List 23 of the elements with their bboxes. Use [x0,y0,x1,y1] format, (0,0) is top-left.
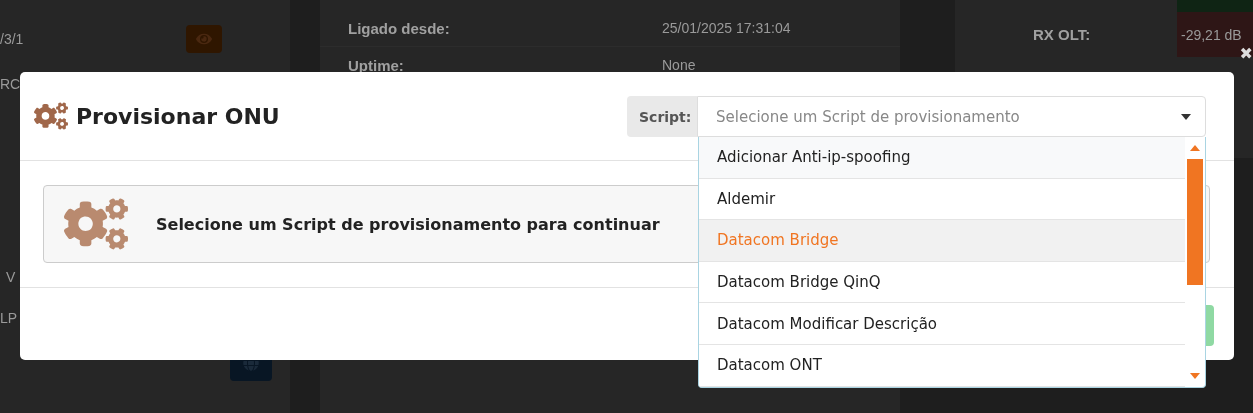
detail-label: Ligado desde: [348,19,451,37]
scrollbar-thumb[interactable] [1187,159,1203,285]
caret-icon [1181,113,1191,120]
close-icon[interactable]: ✖ [1239,44,1253,63]
modal-title: Provisionar ONU [76,103,280,129]
signal-value: -29,21 dB [1181,26,1242,43]
table-cell: V [6,269,16,285]
dropdown-option[interactable]: Adicionar Anti-ip-spoofing [699,137,1185,179]
notice-text: Selecione um Script de provisionamento para continuar [156,214,660,234]
table-cell: RC [0,76,21,92]
eye-icon [196,31,212,47]
scroll-down-icon[interactable] [1190,373,1200,379]
gears-icon [64,198,128,250]
table-cell: /3/1 [0,31,24,47]
detail-label: Uptime: [348,56,405,74]
gears-icon [34,102,68,130]
detail-value: 25/01/2025 17:31:04 [662,20,792,36]
scroll-up-icon[interactable] [1190,145,1200,151]
script-label: Script: [627,96,697,137]
script-select[interactable]: Selecione um Script de provisionamento [697,96,1206,137]
signal-label: RX OLT: [1033,26,1091,43]
detail-value: None [662,57,697,73]
table-cell: LP [0,310,18,326]
